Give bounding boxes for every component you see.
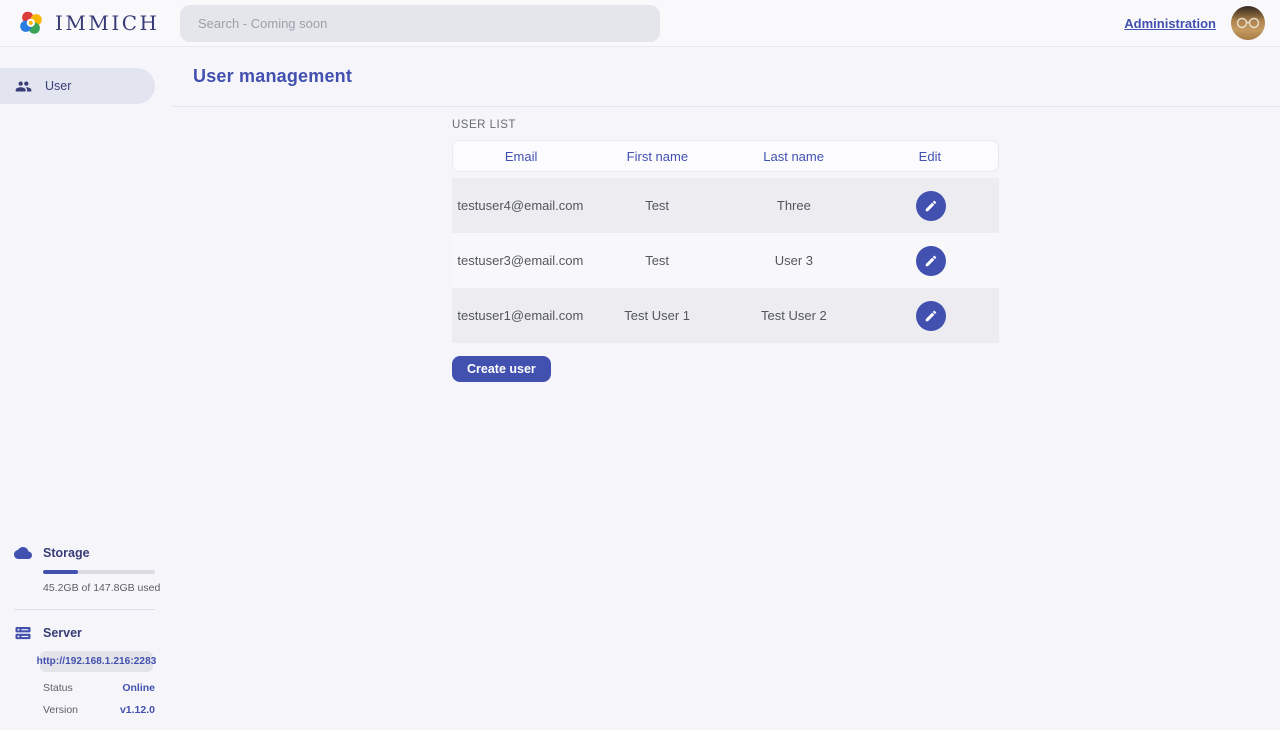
sidebar-item-user[interactable]: User [0,68,155,104]
server-icon [14,624,32,642]
cell-email: testuser4@email.com [452,198,589,213]
storage-progress-fill [43,570,78,574]
glasses-icon [1235,17,1261,29]
search-input[interactable] [180,5,660,42]
page-header: User management [171,47,1280,107]
create-user-button[interactable]: Create user [452,356,551,382]
column-header-last-name: Last name [726,149,862,164]
app-title: IMMICH [55,11,160,35]
column-header-edit: Edit [862,149,998,164]
main-content: User management USER LIST Email First na… [171,47,1280,730]
status-value: Online [122,682,155,694]
cell-last-name: User 3 [726,253,863,268]
status-label: Status [43,682,73,694]
table-row: testuser3@email.com Test User 3 [452,233,999,288]
server-title: Server [43,626,82,640]
page-title: User management [193,66,352,87]
version-label: Version [43,704,78,716]
server-url-badge: http://192.168.1.216:2283 [40,651,153,672]
app-logo: IMMICH [0,8,180,38]
edit-user-button[interactable] [916,246,946,276]
storage-progress-bar [43,570,155,574]
column-header-first-name: First name [589,149,725,164]
user-table: Email First name Last name Edit testuser… [452,140,999,343]
sidebar: User Storage 45.2GB of 147.8GB used [0,47,171,730]
cloud-icon [14,544,32,562]
cell-last-name: Three [726,198,863,213]
column-header-email: Email [453,149,589,164]
storage-usage-text: 45.2GB of 147.8GB used [43,582,171,594]
cell-first-name: Test [589,198,726,213]
table-row: testuser4@email.com Test Three [452,178,999,233]
server-status-row: Status Online [43,682,155,694]
cell-first-name: Test [589,253,726,268]
table-body: testuser4@email.com Test Three testuser3… [452,178,999,343]
storage-header: Storage [0,544,171,562]
section-label: USER LIST [452,119,999,131]
pencil-icon [924,254,938,268]
pencil-icon [924,309,938,323]
top-bar: IMMICH Administration [0,0,1280,47]
page-layout: User Storage 45.2GB of 147.8GB used [0,47,1280,730]
table-row: testuser1@email.com Test User 1 Test Use… [452,288,999,343]
cell-last-name: Test User 2 [726,308,863,323]
people-icon [15,78,32,95]
user-avatar[interactable] [1231,6,1265,40]
immich-flower-icon [16,8,46,38]
server-header: Server [0,624,171,642]
version-value: v1.12.0 [120,704,155,716]
pencil-icon [924,199,938,213]
table-header-row: Email First name Last name Edit [452,140,999,172]
cell-first-name: Test User 1 [589,308,726,323]
administration-link[interactable]: Administration [1124,16,1216,31]
sidebar-item-label: User [45,79,71,93]
edit-user-button[interactable] [916,301,946,331]
cell-email: testuser1@email.com [452,308,589,323]
sidebar-divider [14,609,155,610]
server-version-row: Version v1.12.0 [43,704,155,716]
cell-email: testuser3@email.com [452,253,589,268]
sidebar-footer: Storage 45.2GB of 147.8GB used Server ht… [0,544,171,730]
edit-user-button[interactable] [916,191,946,221]
top-bar-right: Administration [1124,6,1280,40]
storage-title: Storage [43,546,90,560]
user-list-section: USER LIST Email First name Last name Edi… [452,107,999,382]
